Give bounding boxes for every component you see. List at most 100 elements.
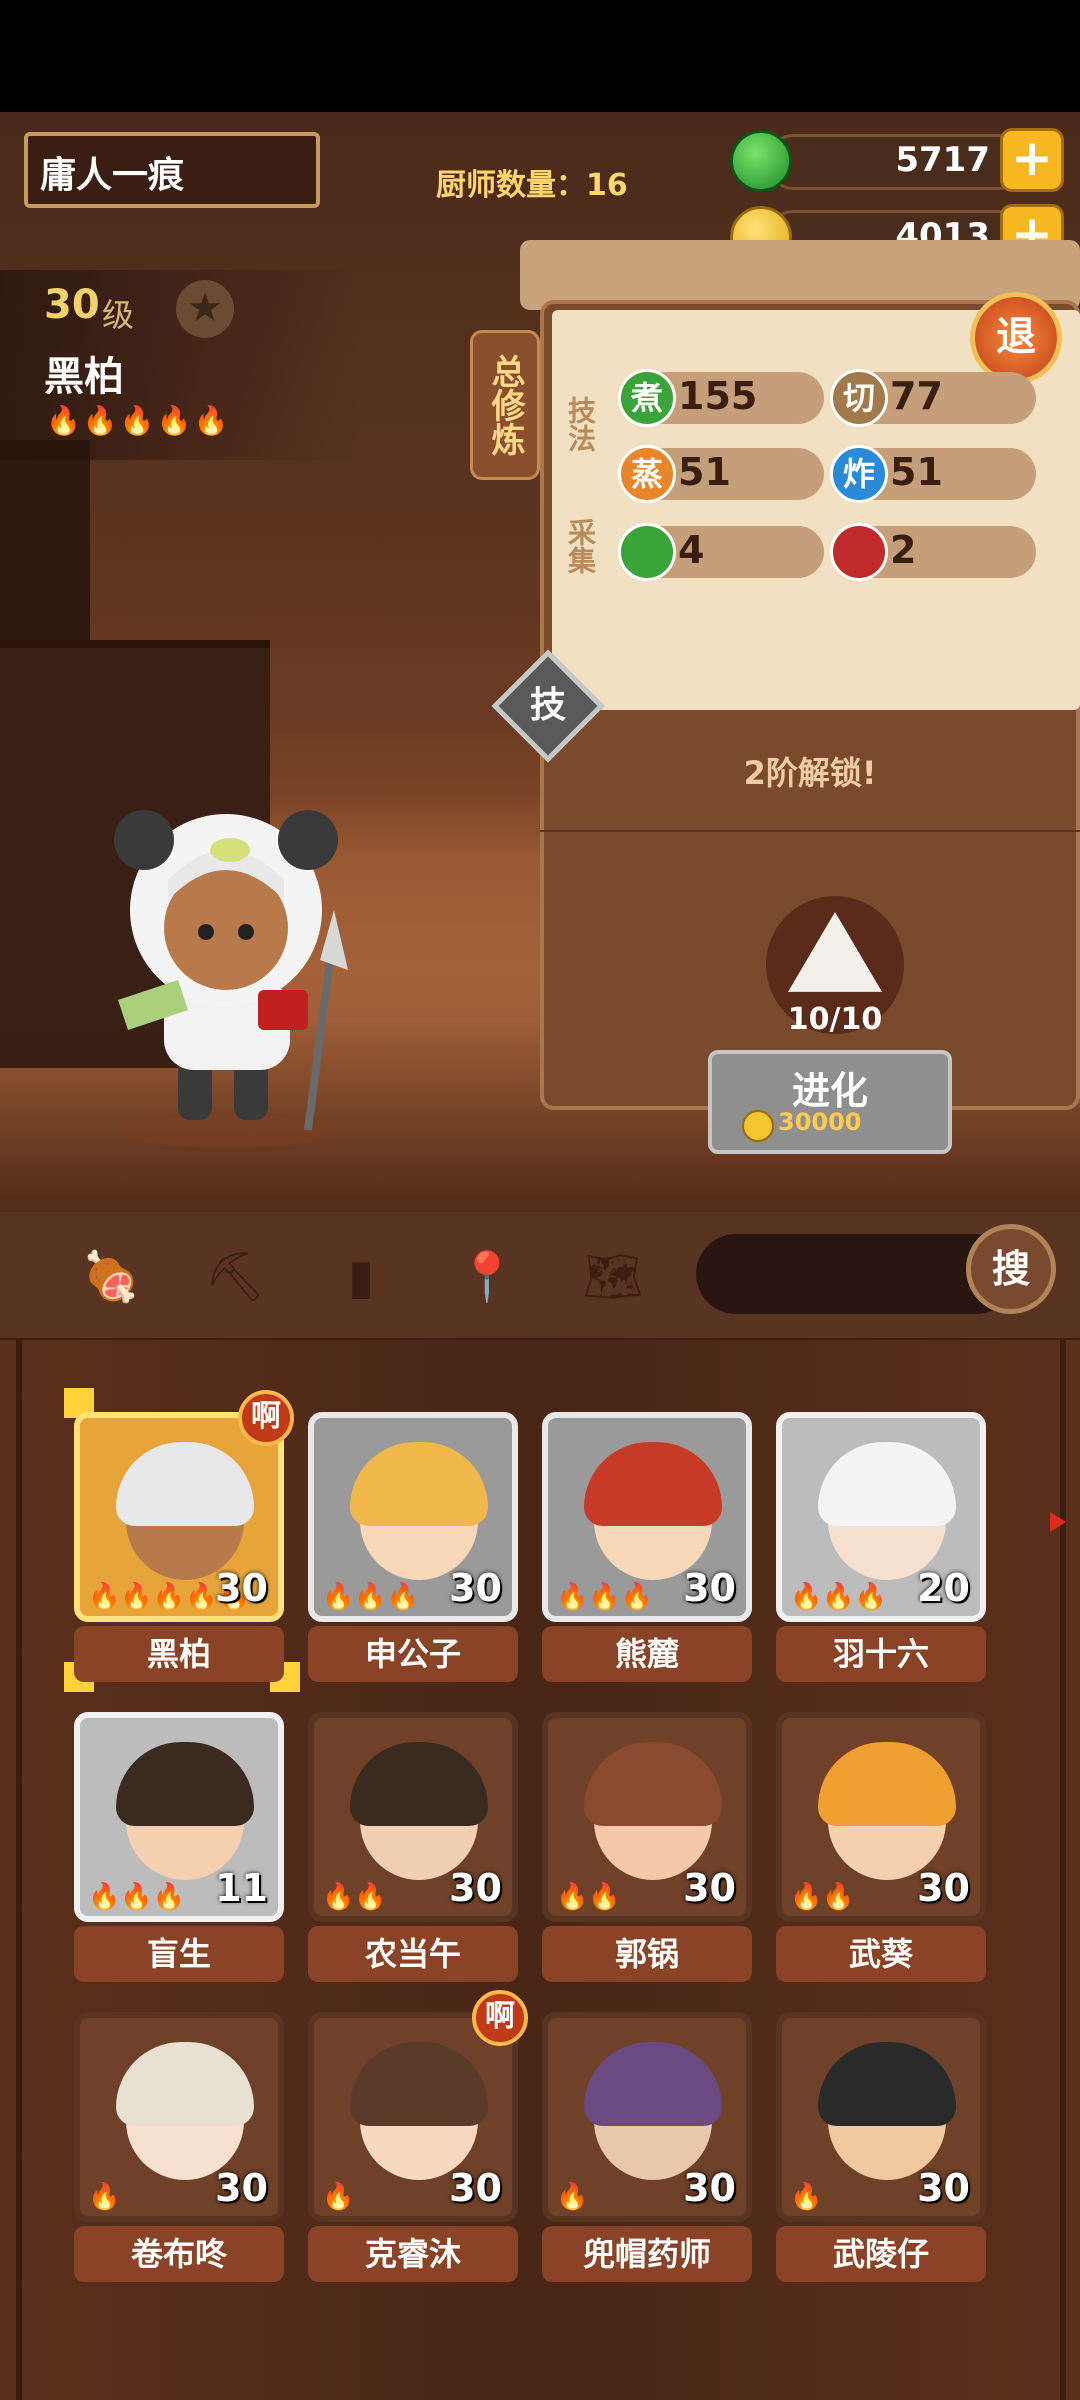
add-jade-button[interactable]: + <box>1000 128 1064 192</box>
chef-rarity-flames: 🔥🔥🔥🔥🔥 <box>46 404 231 437</box>
rarity-flames: 🔥 <box>556 2182 589 2212</box>
rarity-flames: 🔥🔥 <box>790 1882 855 1912</box>
chef-level: 30 <box>683 2166 736 2210</box>
panel-divider <box>540 830 1080 832</box>
rarity-flames: 🔥🔥🔥 <box>88 1882 186 1912</box>
chef-portrait: 🔥🔥🔥 20 <box>776 1412 986 1622</box>
meat-icon <box>830 523 888 581</box>
coin-icon <box>742 1110 774 1142</box>
chef-card[interactable]: 🔥 30 兜帽药师 <box>542 2012 752 2282</box>
evolve-label: 进化 <box>791 1069 868 1113</box>
avatar-hair <box>350 1742 488 1826</box>
chef-portrait: 🔥 30 <box>74 2012 284 2222</box>
notification-badge: 啊 <box>238 1390 294 1446</box>
chef-level-unit: 级 <box>102 296 135 334</box>
chef-portrait: 🔥🔥 30 <box>776 1712 986 1922</box>
avatar-hair <box>818 2042 956 2126</box>
chef-card[interactable]: 🔥🔥 30 农当午 <box>308 1712 518 1982</box>
chef-portrait: 🔥 30 <box>308 2012 518 2222</box>
boil-value: 155 <box>678 374 758 418</box>
chef-card-name: 武葵 <box>776 1926 986 1982</box>
notification-badge: 啊 <box>472 1990 528 2046</box>
chef-level: 20 <box>917 1566 970 1610</box>
meat-value: 2 <box>890 528 917 572</box>
chef-card-name: 卷布咚 <box>74 2226 284 2282</box>
vegetable-value: 4 <box>678 528 705 572</box>
rarity-flames: 🔥🔥🔥 <box>556 1582 654 1612</box>
chef-card-name: 农当午 <box>308 1926 518 1982</box>
chef-card-name: 武陵仔 <box>776 2226 986 2282</box>
evolve-cost: 30000 <box>778 1108 862 1136</box>
rarity-flames: 🔥🔥 <box>322 1882 387 1912</box>
chef-portrait: 🔥 30 <box>542 2012 752 2222</box>
scroll-arrow-icon <box>1050 1512 1066 1532</box>
chef-card[interactable]: 🔥 30 武陵仔 <box>776 2012 986 2282</box>
chef-card-name: 羽十六 <box>776 1626 986 1682</box>
boil-icon: 煮 <box>618 369 676 427</box>
rarity-flames: 🔥🔥🔥 <box>790 1582 888 1612</box>
avatar-hair <box>818 1442 956 1526</box>
chef-level: 30 <box>215 1566 268 1610</box>
chef-card-name: 克睿沐 <box>308 2226 518 2282</box>
avatar-hair <box>584 1742 722 1826</box>
chef-character-illustration[interactable] <box>108 800 348 1150</box>
rarity-flames: 🔥🔥🔥 <box>322 1582 420 1612</box>
chef-level: 30 <box>215 2166 268 2210</box>
location-filter-icon[interactable]: 📍 <box>452 1242 522 1312</box>
steam-value: 51 <box>678 450 731 494</box>
skill-button-label: 技 <box>529 685 566 726</box>
chef-card-name: 熊麓 <box>542 1626 752 1682</box>
avatar-hair <box>116 2042 254 2126</box>
total-training-tab[interactable]: 总修炼 <box>470 330 540 480</box>
exit-button[interactable]: 退 <box>970 292 1062 384</box>
avatar-hair <box>818 1742 956 1826</box>
fry-icon: 炸 <box>830 445 888 503</box>
steam-icon: 蒸 <box>618 445 676 503</box>
skill-group-label: 技法 <box>564 396 597 452</box>
chef-card[interactable]: 🔥🔥 30 郭锅 <box>542 1712 752 1982</box>
chef-card[interactable]: 🔥🔥🔥🔥🔥 30 黑柏 啊 <box>74 1390 294 1682</box>
chef-card[interactable]: 🔥🔥🔥 20 羽十六 <box>776 1412 986 1682</box>
chef-portrait: 🔥🔥🔥 30 <box>542 1412 752 1622</box>
chef-name: 黑柏 <box>44 354 124 400</box>
gem-count: 10/10 <box>787 1002 883 1037</box>
chef-level: 11 <box>215 1866 268 1910</box>
shovel-filter-icon[interactable]: ⛏ <box>200 1242 270 1312</box>
chef-card-name: 郭锅 <box>542 1926 752 1982</box>
unlock-hint: 2阶解锁! <box>743 754 877 792</box>
avatar-hair <box>116 1442 254 1526</box>
chef-card-name: 黑柏 <box>74 1626 284 1682</box>
jade-amount: 5717 <box>895 140 990 180</box>
chef-card[interactable]: 🔥 30 克睿沐 啊 <box>308 1990 528 2282</box>
status-bar <box>0 0 1080 112</box>
player-name: 庸人一痕 <box>40 155 185 196</box>
chef-level: 30 <box>917 2166 970 2210</box>
chef-portrait: 🔥 30 <box>776 2012 986 2222</box>
chef-level: 30 <box>449 1566 502 1610</box>
chef-level: 30 <box>44 282 100 328</box>
fry-value: 51 <box>890 450 943 494</box>
gather-group-label: 采集 <box>564 518 597 574</box>
chef-portrait: 🔥🔥🔥🔥🔥 30 <box>74 1412 284 1622</box>
chef-level: 30 <box>917 1866 970 1910</box>
chef-portrait: 🔥🔥🔥 11 <box>74 1712 284 1922</box>
rarity-flames: 🔥 <box>322 2182 355 2212</box>
avatar-hair <box>584 2042 722 2126</box>
search-button[interactable]: 搜 <box>966 1224 1056 1314</box>
meat-filter-icon[interactable]: 🍖 <box>76 1242 146 1312</box>
map-filter-icon[interactable]: 🗺 <box>578 1242 648 1312</box>
avatar-hair <box>350 1442 488 1526</box>
chef-card[interactable]: 🔥🔥🔥 11 盲生 <box>74 1712 284 1982</box>
avatar-hair <box>350 2042 488 2126</box>
chef-card-name: 兜帽药师 <box>542 2226 752 2282</box>
jar-filter-icon[interactable]: ▮ <box>326 1242 396 1312</box>
jade-icon <box>730 130 792 192</box>
chef-level: 30 <box>449 1866 502 1910</box>
star-icon[interactable]: ★ <box>176 280 234 338</box>
rarity-flames: 🔥 <box>88 2182 121 2212</box>
chef-card[interactable]: 🔥🔥 30 武葵 <box>776 1712 986 1982</box>
chef-level: 30 <box>449 2166 502 2210</box>
chef-card[interactable]: 🔥🔥🔥 30 申公子 <box>308 1412 518 1682</box>
chef-card[interactable]: 🔥 30 卷布咚 <box>74 2012 284 2282</box>
chef-card[interactable]: 🔥🔥🔥 30 熊麓 <box>542 1412 752 1682</box>
